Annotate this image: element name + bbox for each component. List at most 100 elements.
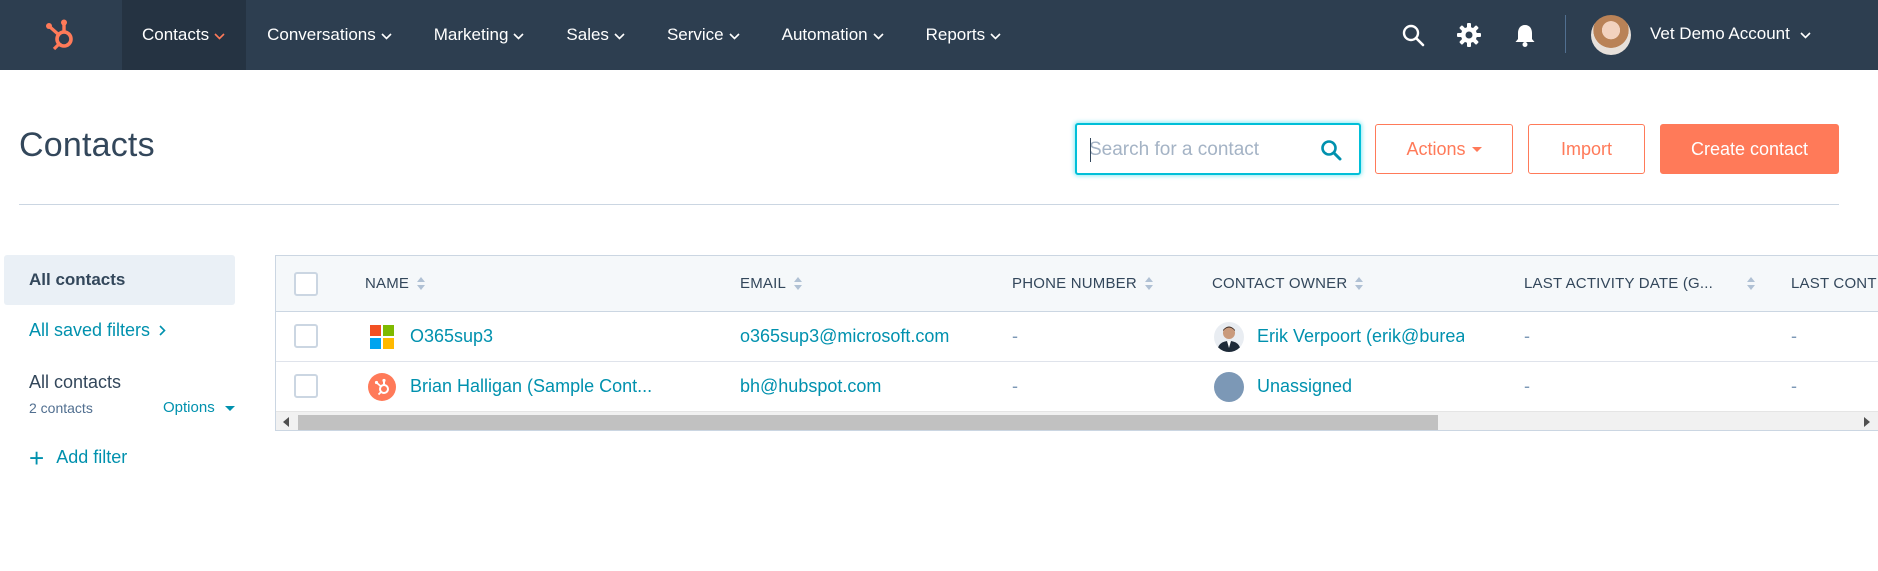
nav-reports[interactable]: Reports: [905, 0, 1023, 70]
chevron-down-icon: [614, 25, 625, 45]
last-activity-date: -: [1524, 326, 1530, 346]
search-icon[interactable]: [1400, 22, 1426, 48]
header-divider: [19, 204, 1839, 205]
sort-icon: [1747, 276, 1756, 292]
import-button[interactable]: Import: [1528, 124, 1645, 174]
page-title: Contacts: [19, 126, 155, 164]
nav-contacts-label: Contacts: [142, 25, 210, 44]
nav-automation[interactable]: Automation: [761, 0, 905, 70]
column-label: NAME: [365, 275, 410, 292]
scrollbar-thumb[interactable]: [298, 415, 1438, 430]
actions-dropdown-button[interactable]: Actions: [1375, 124, 1513, 174]
chevron-down-icon: [1800, 24, 1811, 44]
hubspot-logo-icon[interactable]: [0, 0, 122, 70]
add-filter-button[interactable]: + Add filter: [29, 442, 128, 473]
contact-owner-link[interactable]: Erik Verpoort (erik@burea: [1257, 326, 1464, 347]
search-icon[interactable]: [1319, 138, 1343, 162]
nav-service-label: Service: [666, 25, 724, 44]
column-header-name[interactable]: NAME: [365, 275, 426, 292]
sort-icon: [417, 276, 426, 292]
nav-automation-label: Automation: [781, 25, 868, 44]
column-label: LAST CONT: [1791, 275, 1877, 292]
account-menu[interactable]: Vet Demo Account: [1650, 24, 1811, 44]
scroll-right-arrow-icon[interactable]: [1864, 417, 1870, 427]
row-checkbox[interactable]: [294, 374, 318, 398]
sort-icon: [794, 276, 803, 292]
sidebar-all-contacts-label: All contacts: [29, 270, 126, 289]
account-avatar[interactable]: [1591, 15, 1631, 55]
nav-reports-label: Reports: [925, 25, 986, 44]
saved-filters-label: All saved filters: [29, 320, 151, 340]
chevron-down-icon: [381, 25, 392, 45]
column-label: CONTACT OWNER: [1212, 275, 1348, 292]
horizontal-scrollbar[interactable]: [276, 411, 1878, 430]
create-contact-button[interactable]: Create contact: [1660, 124, 1839, 174]
chevron-down-icon: [513, 25, 524, 45]
bell-icon[interactable]: [1512, 22, 1538, 48]
chevron-down-icon: [873, 25, 884, 45]
owner-photo-avatar: [1214, 322, 1244, 352]
current-view-title: All contacts: [29, 372, 122, 392]
microsoft-logo-icon: [368, 323, 396, 351]
create-contact-label: Create contact: [1690, 138, 1809, 159]
import-label: Import: [1560, 138, 1612, 159]
column-header-email[interactable]: EMAIL: [740, 275, 803, 292]
contact-email-link[interactable]: o365sup3@microsoft.com: [740, 326, 949, 347]
sidebar-all-contacts[interactable]: All contacts: [4, 255, 235, 305]
nav-marketing-label: Marketing: [433, 25, 509, 44]
hubspot-logo-icon: [368, 373, 396, 401]
column-label: LAST ACTIVITY DATE (G...: [1524, 275, 1714, 292]
contact-search-input[interactable]: [1089, 137, 1309, 163]
table-header-row: NAME EMAIL PHONE NUMBER CONTACT OWNER LA…: [276, 256, 1878, 312]
options-label: Options: [163, 399, 215, 416]
column-header-owner[interactable]: CONTACT OWNER: [1212, 275, 1364, 292]
nav-divider: [1565, 15, 1566, 53]
gear-icon[interactable]: [1456, 22, 1482, 48]
plus-icon: +: [29, 442, 45, 473]
sort-icon: [1144, 276, 1154, 292]
contact-search-box[interactable]: [1075, 123, 1361, 175]
last-contacted: -: [1791, 326, 1797, 346]
column-header-phone[interactable]: PHONE NUMBER: [1012, 275, 1154, 292]
column-label: PHONE NUMBER: [1012, 275, 1137, 292]
nav-contacts[interactable]: Contacts: [122, 0, 247, 70]
last-activity-date: -: [1524, 376, 1530, 396]
contact-email-link[interactable]: bh@hubspot.com: [740, 376, 881, 397]
sidebar-saved-filters-link[interactable]: All saved filters: [29, 320, 166, 341]
caret-down-icon: [224, 405, 235, 411]
text-cursor: [1090, 138, 1091, 162]
nav-conversations-label: Conversations: [267, 25, 376, 44]
nav-conversations[interactable]: Conversations: [246, 0, 413, 70]
chevron-right-icon: [159, 320, 166, 341]
column-header-last-contacted[interactable]: LAST CONT: [1791, 275, 1877, 292]
add-filter-label: Add filter: [56, 447, 128, 467]
table-row: O365sup3 o365sup3@microsoft.com - Erik V…: [276, 312, 1878, 362]
actions-label: Actions: [1406, 138, 1466, 159]
account-name-label: Vet Demo Account: [1650, 24, 1790, 43]
chevron-down-icon: [214, 25, 225, 45]
sort-icon: [1355, 276, 1364, 292]
chevron-down-icon: [990, 25, 1001, 45]
contact-name-link[interactable]: Brian Halligan (Sample Cont...: [410, 376, 652, 397]
table-row: Brian Halligan (Sample Cont... bh@hubspo…: [276, 362, 1878, 412]
nav-service[interactable]: Service: [646, 0, 761, 70]
row-checkbox[interactable]: [294, 324, 318, 348]
select-all-checkbox[interactable]: [294, 272, 318, 296]
nav-sales[interactable]: Sales: [545, 0, 646, 70]
contact-phone: -: [1012, 376, 1018, 396]
contacts-table: NAME EMAIL PHONE NUMBER CONTACT OWNER LA…: [275, 255, 1878, 431]
column-header-last-activity[interactable]: LAST ACTIVITY DATE (G...: [1524, 275, 1756, 292]
current-view-count: 2 contacts: [29, 400, 93, 416]
last-contacted: -: [1791, 376, 1797, 396]
top-navigation-bar: Contacts Conversations Marketing Sales S…: [0, 0, 1878, 70]
unassigned-avatar: [1214, 372, 1244, 402]
contact-name-link[interactable]: O365sup3: [410, 326, 493, 347]
chevron-down-icon: [729, 25, 740, 45]
nav-marketing[interactable]: Marketing: [413, 0, 546, 70]
nav-sales-label: Sales: [566, 25, 609, 44]
view-options-dropdown[interactable]: Options: [163, 399, 235, 416]
contact-phone: -: [1012, 326, 1018, 346]
scroll-left-arrow-icon[interactable]: [283, 417, 289, 427]
column-label: EMAIL: [740, 275, 787, 292]
contact-owner-link[interactable]: Unassigned: [1257, 376, 1352, 397]
